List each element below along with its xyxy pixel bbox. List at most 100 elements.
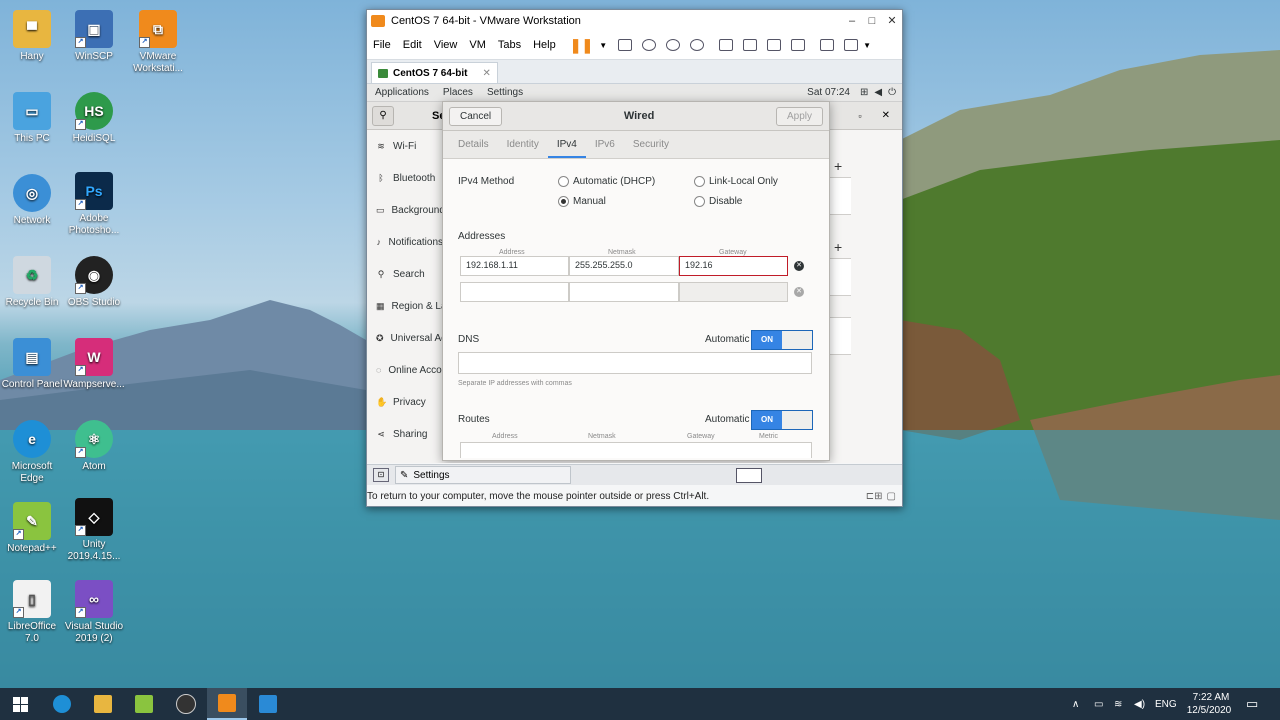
- unity-mode-icon[interactable]: [791, 39, 806, 51]
- battery-icon[interactable]: ▭: [1094, 688, 1103, 720]
- taskbar-obs[interactable]: [166, 688, 206, 720]
- network-icon[interactable]: ⊞: [857, 87, 871, 98]
- revert-snapshot-icon[interactable]: [666, 39, 681, 51]
- tab-centos[interactable]: CentOS 7 64-bit ✕: [371, 62, 498, 83]
- route-row[interactable]: [460, 442, 812, 458]
- desktop-icon-visual-studio[interactable]: ∞ ↗ Visual Studio 2019 (2): [62, 580, 126, 645]
- close-button[interactable]: ✕: [882, 14, 902, 27]
- show-desktop-icon[interactable]: ⊡: [373, 468, 389, 482]
- taskbar-clock[interactable]: 7:22 AM 12/5/2020: [1184, 688, 1234, 720]
- remove-address-icon-disabled[interactable]: ✕: [794, 287, 804, 297]
- remove-address-icon[interactable]: ✕: [794, 261, 804, 271]
- tray-chevron-up-icon[interactable]: ∧: [1072, 688, 1079, 720]
- console-view-icon[interactable]: [820, 39, 835, 51]
- network-panel-add-icon[interactable]: +: [834, 239, 842, 255]
- gnome-settings-menu[interactable]: Settings: [480, 87, 530, 98]
- tab-details[interactable]: Details: [449, 131, 498, 158]
- snapshot-icon[interactable]: [642, 39, 657, 51]
- radio-link-local[interactable]: Link-Local Only: [694, 176, 778, 187]
- desktop-icon-unity[interactable]: ◇ ↗ Unity 2019.4.15...: [62, 498, 126, 563]
- cancel-button[interactable]: Cancel: [449, 106, 503, 126]
- desktop-icon-this-pc[interactable]: ▭ This PC: [0, 92, 64, 145]
- taskbar-edge[interactable]: [42, 688, 82, 720]
- settings-maximize-button[interactable]: ▫: [858, 111, 861, 121]
- pause-icon[interactable]: ❚❚: [570, 37, 593, 54]
- desktop-icon-edge[interactable]: e Microsoft Edge: [0, 420, 64, 485]
- sidebar-item-bluetooth[interactable]: ᛒ Bluetooth: [367, 162, 443, 194]
- apply-button[interactable]: Apply: [775, 106, 823, 126]
- menu-tabs[interactable]: Tabs: [492, 39, 527, 51]
- dns-automatic-toggle[interactable]: ON: [751, 330, 813, 350]
- full-screen-icon[interactable]: [767, 39, 782, 51]
- sidebar-item-region[interactable]: ▦Region & Language: [367, 290, 443, 322]
- sidebar-item-privacy[interactable]: ✋ Privacy: [367, 386, 443, 418]
- desktop-icon-recycle-bin[interactable]: ♻ Recycle Bin: [0, 256, 64, 309]
- radio-manual[interactable]: Manual: [558, 196, 606, 207]
- snapshot-manager-icon[interactable]: [690, 39, 705, 51]
- sidebar-item-online-accounts[interactable]: ◌Online Accounts: [367, 354, 443, 386]
- network-panel-add-icon[interactable]: +: [834, 158, 842, 174]
- desktop-icon-hany[interactable]: ▀ Hany: [0, 10, 64, 63]
- close-tab-icon[interactable]: ✕: [482, 68, 490, 79]
- netmask-input[interactable]: 255.255.255.0: [569, 256, 679, 276]
- tab-security[interactable]: Security: [624, 131, 678, 158]
- settings-close-button[interactable]: ✕: [882, 110, 890, 121]
- radio-disable[interactable]: Disable: [694, 196, 742, 207]
- volume-icon[interactable]: ◀: [871, 87, 885, 98]
- sidebar-item-background[interactable]: ▭ Background: [367, 194, 443, 226]
- minimize-button[interactable]: –: [842, 15, 862, 27]
- desktop-icon-winscp[interactable]: ▣ ↗ WinSCP: [62, 10, 126, 63]
- netmask-input-empty[interactable]: [569, 282, 679, 302]
- desktop-icon-heidisql[interactable]: HS ↗ HeidiSQL: [62, 92, 126, 145]
- desktop-icon-libreoffice[interactable]: ▯ ↗ LibreOffice 7.0: [0, 580, 64, 645]
- menu-view[interactable]: View: [428, 39, 464, 51]
- start-button[interactable]: [0, 688, 40, 720]
- power-icon[interactable]: ⏻: [885, 87, 902, 98]
- menu-file[interactable]: File: [367, 39, 397, 51]
- dns-input[interactable]: [458, 352, 812, 374]
- workspace-switcher[interactable]: [736, 467, 762, 483]
- gnome-clock[interactable]: Sat 07:24: [800, 87, 857, 98]
- gnome-places-menu[interactable]: Places: [436, 87, 480, 98]
- menu-vm[interactable]: VM: [463, 39, 492, 51]
- routes-automatic-toggle[interactable]: ON: [751, 410, 813, 430]
- taskbar-vmware[interactable]: [207, 688, 247, 720]
- stretch-guest-icon[interactable]: [844, 39, 859, 51]
- address-input-empty[interactable]: [460, 282, 569, 302]
- gnome-applications-menu[interactable]: Applications: [367, 87, 436, 98]
- radio-automatic-dhcp[interactable]: Automatic (DHCP): [558, 176, 655, 187]
- device-status-icon[interactable]: ⊏⊞: [866, 491, 883, 502]
- taskbar-media[interactable]: [248, 688, 288, 720]
- send-ctrl-alt-del-icon[interactable]: [618, 39, 633, 51]
- menu-edit[interactable]: Edit: [397, 39, 428, 51]
- desktop-icon-vmware[interactable]: ⧉ ↗ VMware Workstati...: [126, 10, 190, 75]
- wifi-icon[interactable]: ≋: [1114, 688, 1122, 720]
- notifications-icon[interactable]: ▭: [1246, 688, 1258, 720]
- sidebar-item-wifi[interactable]: ≋ Wi-Fi: [367, 130, 443, 162]
- language-indicator[interactable]: ENG: [1155, 688, 1177, 720]
- desktop-icon-wampserver[interactable]: W ↗ Wampserve...: [62, 338, 126, 391]
- sidebar-item-search[interactable]: ⚲ Search: [367, 258, 443, 290]
- desktop-icon-control-panel[interactable]: ▤ Control Panel: [0, 338, 64, 391]
- menu-help[interactable]: Help: [527, 39, 562, 51]
- chevron-down-icon[interactable]: ▼: [599, 41, 607, 50]
- sidebar-item-notifications[interactable]: ♪ Notifications: [367, 226, 443, 258]
- message-log-icon[interactable]: ▢: [887, 491, 896, 502]
- sidebar-item-sharing[interactable]: ⋖ Sharing: [367, 418, 443, 450]
- desktop-icon-photoshop[interactable]: Ps ↗ Adobe Photosho...: [62, 172, 126, 237]
- chevron-down-icon[interactable]: ▼: [863, 41, 871, 50]
- desktop-icon-atom[interactable]: ⚛ ↗ Atom: [62, 420, 126, 473]
- sidebar-item-universal-access[interactable]: ✪Universal Access: [367, 322, 443, 354]
- desktop-icon-network[interactable]: ◎ Network: [0, 174, 64, 227]
- gateway-input[interactable]: 192.16: [679, 256, 788, 276]
- address-input[interactable]: 192.168.1.11: [460, 256, 569, 276]
- taskbar-file-explorer[interactable]: [83, 688, 123, 720]
- taskbar-notepadpp[interactable]: [124, 688, 164, 720]
- maximize-button[interactable]: □: [862, 15, 882, 27]
- gateway-input-empty[interactable]: [679, 282, 788, 302]
- desktop-icon-obs[interactable]: ◉ ↗ OBS Studio: [62, 256, 126, 309]
- guest-taskbar-item-settings[interactable]: ✎ Settings: [395, 466, 571, 484]
- tab-ipv4[interactable]: IPv4: [547, 131, 586, 158]
- tab-identity[interactable]: Identity: [498, 131, 548, 158]
- desktop-icon-notepadpp[interactable]: ✎ ↗ Notepad++: [0, 502, 64, 555]
